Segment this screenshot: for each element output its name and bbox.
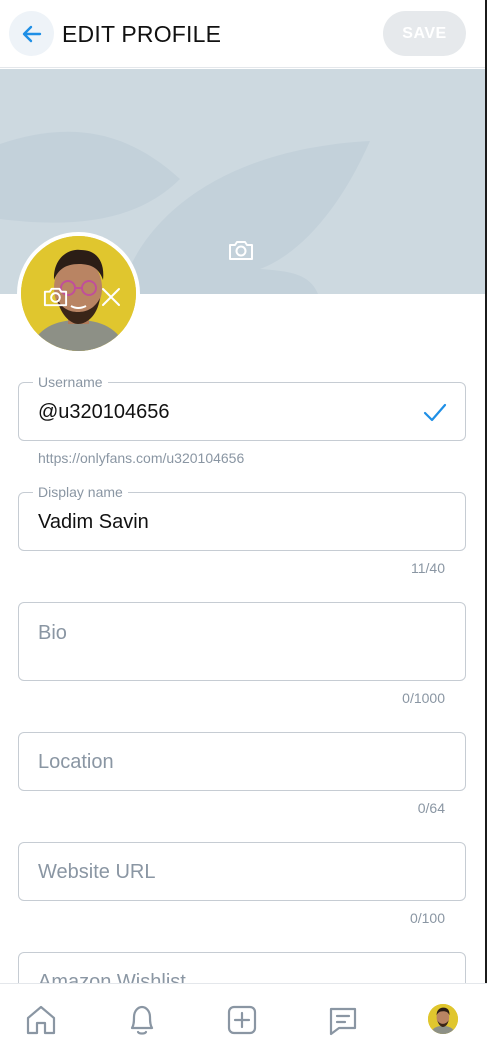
bottom-nav bbox=[0, 983, 487, 1054]
avatar-frame bbox=[17, 232, 140, 355]
arrow-left-icon bbox=[22, 25, 41, 42]
nav-new-post[interactable] bbox=[224, 1002, 260, 1038]
save-button[interactable]: SAVE bbox=[383, 11, 466, 56]
username-field[interactable]: Username @u320104656 bbox=[18, 375, 466, 441]
nav-notifications[interactable] bbox=[124, 1002, 160, 1038]
check-icon bbox=[423, 403, 447, 422]
top-bar: EDIT PROFILE SAVE bbox=[0, 0, 487, 68]
display-name-value: Vadim Savin bbox=[38, 511, 149, 533]
close-icon[interactable] bbox=[100, 286, 122, 308]
username-value: @u320104656 bbox=[38, 401, 170, 423]
website-placeholder: Website URL bbox=[38, 861, 156, 883]
website-field[interactable]: Website URL bbox=[18, 842, 466, 901]
page-title: EDIT PROFILE bbox=[62, 21, 222, 47]
bio-counter: 0/1000 bbox=[402, 690, 445, 706]
back-button[interactable] bbox=[9, 11, 54, 56]
bio-field[interactable]: Bio bbox=[18, 602, 466, 681]
camera-icon[interactable] bbox=[42, 283, 69, 310]
nav-profile-avatar[interactable] bbox=[428, 1004, 458, 1034]
display-name-field[interactable]: Display name Vadim Savin bbox=[18, 485, 466, 551]
bio-placeholder: Bio bbox=[38, 622, 67, 644]
message-icon bbox=[329, 1007, 357, 1036]
plus-square-icon bbox=[227, 1005, 257, 1035]
bell-icon bbox=[130, 1005, 154, 1035]
display-name-counter: 11/40 bbox=[411, 560, 445, 576]
website-counter: 0/100 bbox=[409, 910, 445, 926]
nav-home[interactable] bbox=[23, 1002, 59, 1038]
avatar bbox=[428, 1004, 458, 1034]
location-counter: 0/64 bbox=[417, 800, 445, 816]
camera-icon[interactable] bbox=[227, 236, 255, 264]
nav-messages[interactable] bbox=[325, 1002, 361, 1038]
home-icon bbox=[26, 1005, 56, 1035]
avatar[interactable] bbox=[21, 236, 136, 351]
profile-url: https://onlyfans.com/u320104656 bbox=[38, 450, 245, 466]
username-label: Username bbox=[33, 375, 108, 390]
location-placeholder: Location bbox=[38, 751, 114, 773]
display-name-label: Display name bbox=[33, 485, 128, 500]
location-field[interactable]: Location bbox=[18, 732, 466, 791]
